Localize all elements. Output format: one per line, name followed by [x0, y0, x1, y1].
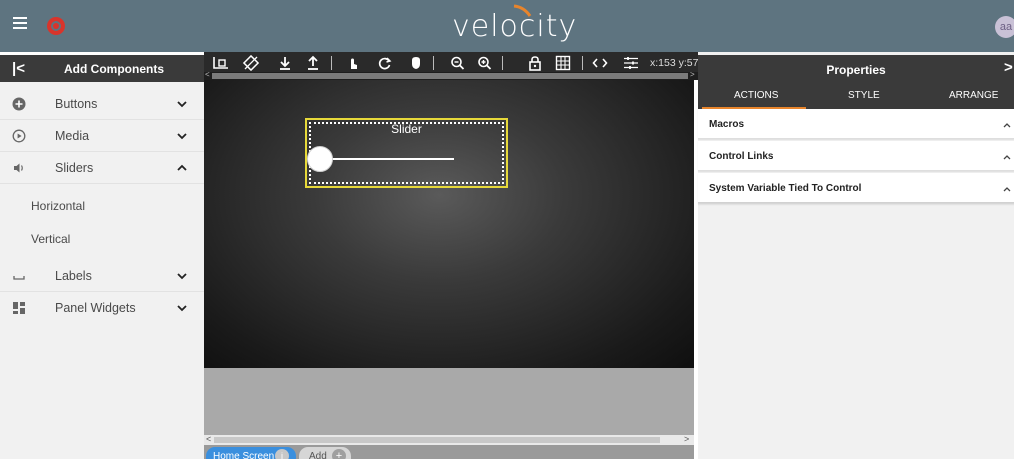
- upload-icon[interactable]: [304, 55, 322, 71]
- section-control-links[interactable]: Control Links: [698, 141, 1014, 171]
- category-sliders[interactable]: Sliders: [0, 152, 204, 184]
- category-media[interactable]: Media: [0, 120, 204, 152]
- scroll-left-icon[interactable]: <: [206, 434, 211, 444]
- logo-swoosh-icon: [513, 4, 532, 17]
- velocity-logo: velocity: [452, 4, 576, 44]
- slider-item-label: Vertical: [31, 232, 71, 246]
- code-icon[interactable]: [591, 55, 609, 71]
- properties-panel: Properties > ACTIONS STYLE ARRANGE Macro…: [698, 52, 1014, 459]
- section-label: Macros: [709, 119, 745, 130]
- properties-header: Properties >: [698, 55, 1014, 83]
- scroll-left-icon[interactable]: <: [205, 70, 210, 79]
- category-labels[interactable]: Labels: [0, 260, 204, 292]
- label-bracket-icon: [13, 276, 25, 280]
- tab-home-screen[interactable]: Home Screen i: [206, 447, 296, 459]
- chevron-down-icon: [177, 273, 187, 280]
- canvas-background-area: [204, 368, 694, 435]
- grid-icon[interactable]: [554, 55, 572, 71]
- user-avatar[interactable]: aa: [995, 16, 1014, 38]
- plus-circle-icon: [12, 97, 26, 111]
- slider-track[interactable]: [321, 158, 454, 160]
- chevron-up-icon: [1003, 187, 1011, 192]
- tab-style[interactable]: STYLE: [848, 90, 880, 101]
- play-circle-icon: [12, 129, 26, 143]
- tab-label: Add: [309, 451, 327, 459]
- section-system-variable[interactable]: System Variable Tied To Control: [698, 173, 1014, 203]
- tab-arrange[interactable]: ARRANGE: [949, 90, 998, 101]
- slider-item-label: Horizontal: [31, 199, 86, 213]
- lock-icon[interactable]: [526, 55, 544, 71]
- widgets-grid-icon: [13, 302, 25, 314]
- toolbar-divider: [502, 56, 503, 70]
- slider-item-vertical[interactable]: Vertical: [0, 224, 204, 254]
- panel-title: Properties: [826, 63, 886, 77]
- preview-icon[interactable]: [212, 55, 230, 71]
- collapse-panel-button[interactable]: |<: [12, 60, 25, 77]
- speaker-icon: [14, 163, 23, 173]
- top-bar: velocity aa: [0, 0, 1014, 52]
- menu-icon[interactable]: [13, 17, 27, 29]
- scrollbar-thumb[interactable]: [214, 437, 660, 443]
- design-canvas[interactable]: Slider: [204, 80, 694, 368]
- tab-add[interactable]: Add +: [299, 447, 351, 459]
- brand-icon[interactable]: [45, 15, 67, 37]
- plus-icon: +: [332, 449, 346, 459]
- cursor-coordinates: x:153 y:57: [650, 57, 698, 69]
- add-components-header: |< Add Components: [0, 55, 204, 82]
- tab-actions[interactable]: ACTIONS: [734, 90, 778, 101]
- category-label: Sliders: [55, 161, 94, 175]
- scroll-right-icon[interactable]: >: [684, 434, 689, 444]
- app-window: velocity aa |< Add Components Buttons Me…: [0, 0, 1014, 459]
- info-icon[interactable]: i: [275, 449, 289, 459]
- slider-item-horizontal[interactable]: Horizontal: [0, 191, 204, 221]
- slider-component[interactable]: Slider: [305, 118, 508, 188]
- chevron-down-icon: [177, 305, 187, 312]
- download-icon[interactable]: [276, 55, 294, 71]
- section-label: Control Links: [709, 151, 774, 162]
- scrollbar-thumb[interactable]: [212, 73, 688, 79]
- toolbar-scrollbar[interactable]: < >: [204, 70, 698, 80]
- settings-sliders-icon[interactable]: [622, 55, 640, 71]
- add-components-panel: |< Add Components Buttons Media Sliders: [0, 55, 204, 459]
- scroll-right-icon[interactable]: >: [690, 70, 695, 79]
- page-tabs: Home Screen i Add +: [204, 445, 694, 459]
- category-buttons[interactable]: Buttons: [0, 88, 204, 120]
- rotate-icon[interactable]: [242, 55, 260, 71]
- toolbar-divider: [582, 56, 583, 70]
- slider-label: Slider: [391, 122, 422, 136]
- section-label: System Variable Tied To Control: [709, 183, 862, 194]
- category-label: Buttons: [55, 97, 98, 111]
- hand-icon[interactable]: [407, 55, 425, 71]
- zoom-in-icon[interactable]: [476, 55, 494, 71]
- section-shadow: [698, 202, 1014, 206]
- canvas-toolbar: x:153 y:57 < >: [204, 52, 698, 80]
- toolbar-divider: [433, 56, 434, 70]
- tab-label: Home Screen: [213, 451, 275, 459]
- slider-knob[interactable]: [307, 146, 333, 172]
- panel-title: Add Components: [64, 62, 164, 76]
- category-label: Media: [55, 129, 90, 143]
- chevron-down-icon: [177, 101, 187, 108]
- refresh-icon[interactable]: [376, 55, 394, 71]
- chevron-down-icon: [177, 133, 187, 140]
- category-panel-widgets[interactable]: Panel Widgets: [0, 292, 204, 324]
- collapse-panel-button[interactable]: >: [1004, 59, 1013, 76]
- chevron-up-icon: [177, 164, 187, 171]
- chevron-up-icon: [1003, 123, 1011, 128]
- category-label: Panel Widgets: [55, 301, 136, 315]
- zoom-out-icon[interactable]: [449, 55, 467, 71]
- touch-icon[interactable]: [344, 55, 362, 71]
- properties-tabs: ACTIONS STYLE ARRANGE: [698, 83, 1014, 109]
- canvas-horizontal-scrollbar[interactable]: < >: [204, 434, 694, 445]
- toolbar-divider: [331, 56, 332, 70]
- category-label: Labels: [55, 269, 92, 283]
- chevron-up-icon: [1003, 155, 1011, 160]
- section-macros[interactable]: Macros: [698, 109, 1014, 139]
